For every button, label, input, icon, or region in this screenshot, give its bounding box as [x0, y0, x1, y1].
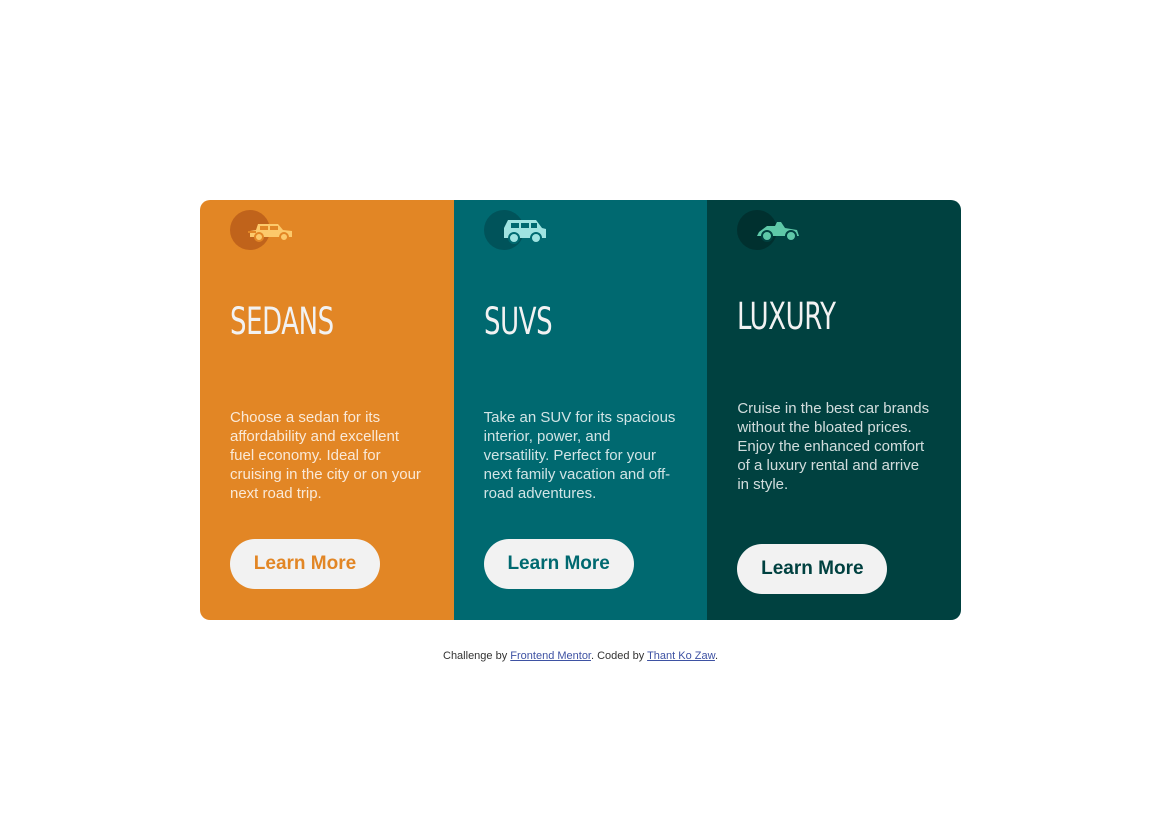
attribution-suffix: . — [714, 650, 718, 662]
learn-more-button[interactable]: Learn More — [737, 544, 888, 594]
card-description: Take an SUV for its spacious interior, p… — [483, 409, 676, 502]
card-title: Luxury — [737, 295, 836, 338]
suvs-card: SUVs Take an SUV for its spacious interi… — [453, 200, 708, 620]
frontend-mentor-link[interactable]: Frontend Mentor — [510, 650, 591, 662]
learn-more-button[interactable]: Learn More — [483, 539, 634, 589]
card-description: Cruise in the best car brands without th… — [737, 400, 930, 493]
learn-more-button[interactable]: Learn More — [230, 539, 380, 589]
card-title: Sedans — [230, 300, 334, 343]
card-title: SUVs — [483, 300, 553, 343]
sedan-car-icon — [230, 210, 296, 250]
attribution-middle: . Coded by — [591, 650, 648, 662]
card-description: Choose a sedan for its affordability and… — [230, 409, 421, 502]
attribution: Challenge by Frontend Mentor. Coded by T… — [0, 650, 1161, 662]
author-link[interactable]: Thant Ko Zaw — [647, 650, 715, 662]
attribution-prefix: Challenge by — [443, 650, 511, 662]
cards-container: Sedans Choose a sedan for its affordabil… — [200, 200, 961, 620]
sedans-card: Sedans Choose a sedan for its affordabil… — [200, 200, 454, 620]
suv-car-icon — [483, 210, 550, 250]
luxury-car-icon — [737, 210, 803, 250]
luxury-card: Luxury Cruise in the best car brands wit… — [707, 200, 961, 620]
